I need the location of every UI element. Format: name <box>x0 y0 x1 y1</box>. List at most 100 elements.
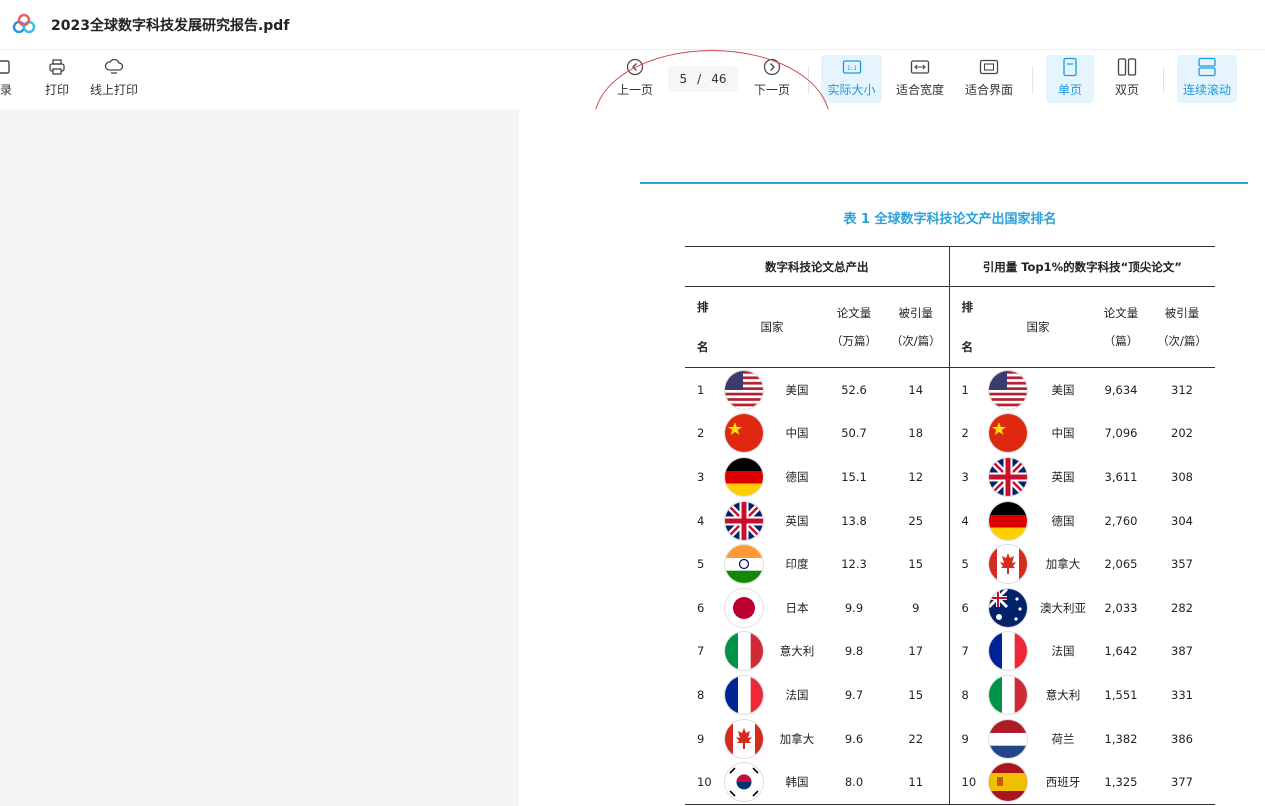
papers-cell: 9.9 <box>844 600 864 615</box>
papers-cell: 1,382 <box>1104 731 1138 746</box>
chevron-right-circle-icon <box>763 58 781 76</box>
flag-cell <box>983 630 1033 674</box>
flag-in-icon <box>725 545 763 584</box>
current-page-number[interactable]: 5 <box>680 72 688 86</box>
flag-cell <box>983 586 1033 630</box>
actual-size-button[interactable]: 1:1 实际大小 <box>821 55 882 103</box>
next-page-button[interactable]: 下一页 <box>751 55 793 103</box>
flag-fr-icon <box>725 675 763 714</box>
rank-cell: 4 <box>948 498 983 543</box>
papers-cell: 15.1 <box>841 469 867 484</box>
flag-au-icon <box>989 588 1027 627</box>
citations-cell: 9 <box>912 600 920 615</box>
citations-cell: 15 <box>908 557 924 572</box>
toolbar-divider <box>808 66 809 94</box>
document-viewer[interactable]: 表 1 全球数字科技论文产出国家排名 数字科技论文总产出 引用量 Top1%的数… <box>0 109 1265 806</box>
document-title: 2023全球数字科技发展研究报告.pdf <box>51 18 290 34</box>
single-page-button[interactable]: 单页 <box>1046 55 1094 103</box>
page-indicator[interactable]: 5 / 46 <box>668 66 738 92</box>
flag-kr-icon <box>725 763 763 802</box>
flag-cell <box>719 760 769 804</box>
flag-cell <box>983 412 1033 456</box>
next-page-label: 下一页 <box>753 83 790 97</box>
single-page-label: 单页 <box>1057 83 1082 97</box>
svg-text:1:1: 1:1 <box>846 64 856 72</box>
flag-cell <box>719 542 769 586</box>
double-page-button[interactable]: 双页 <box>1105 55 1149 103</box>
rank-cell: 2 <box>948 411 983 456</box>
papers-cell: 52.6 <box>841 382 867 397</box>
fit-width-icon <box>910 60 930 74</box>
cloud-print-icon <box>104 58 124 74</box>
table-row: 7 意大利 9.8 17 7 法国 1,642 387 <box>685 629 1215 674</box>
online-print-button[interactable]: 线上打印 <box>89 55 139 103</box>
fit-page-button[interactable]: 适合界面 <box>962 55 1016 103</box>
flag-nl-icon <box>989 719 1027 758</box>
citations-cell: 282 <box>1171 600 1193 615</box>
table-row: 8 法国 9.7 15 8 意大利 1,551 331 <box>685 673 1215 717</box>
papers-cell: 1,551 <box>1104 687 1138 702</box>
country-cell: 意大利 <box>779 644 815 659</box>
table-bottom-rule <box>685 804 1215 805</box>
flag-fr-icon <box>989 632 1027 671</box>
flag-cell <box>719 499 769 543</box>
flag-cell <box>983 542 1033 586</box>
rank-cell: 1 <box>697 382 705 397</box>
papers-cell: 2,065 <box>1104 557 1138 572</box>
prev-page-button[interactable]: 上一页 <box>614 55 656 103</box>
fit-width-label: 适合宽度 <box>895 83 944 97</box>
rank-cell: 3 <box>697 469 705 484</box>
country-cell: 德国 <box>785 469 809 484</box>
total-pages: 46 <box>711 72 727 86</box>
flag-cell <box>719 368 769 412</box>
country-cell: 法国 <box>1051 644 1075 659</box>
country-cell: 意大利 <box>1045 687 1081 702</box>
flag-cell <box>983 760 1033 804</box>
flag-cell <box>719 586 769 630</box>
flag-us-icon <box>989 370 1027 409</box>
flag-cell <box>983 499 1033 543</box>
country-cell: 法国 <box>785 687 809 702</box>
continuous-scroll-icon <box>1198 57 1216 77</box>
citations-cell: 387 <box>1171 644 1193 659</box>
toolbar-divider <box>1163 66 1164 94</box>
double-page-label: 双页 <box>1114 83 1139 97</box>
papers-cell: 9,634 <box>1104 382 1138 397</box>
flag-es-icon <box>989 763 1027 802</box>
country-cell: 韩国 <box>785 775 809 790</box>
table-row: 4 英国 13.8 25 4 德国 2,760 304 <box>685 498 1215 543</box>
toolbar-divider <box>1032 66 1033 94</box>
flag-cell <box>983 717 1033 761</box>
country-cell: 荷兰 <box>1051 731 1075 746</box>
country-cell: 日本 <box>785 600 809 615</box>
flag-it-icon <box>989 675 1027 714</box>
print-button[interactable]: 打印 <box>38 55 76 103</box>
citations-cell: 18 <box>908 426 924 441</box>
rank-cell: 6 <box>948 585 983 630</box>
citations-cell: 386 <box>1171 731 1193 746</box>
header-country: 国家 <box>983 286 1093 368</box>
country-cell: 西班牙 <box>1045 775 1081 790</box>
citations-cell: 17 <box>908 644 924 659</box>
flag-cell <box>983 673 1033 717</box>
table-row: 9 加拿大 9.6 22 9 荷兰 1,382 386 <box>685 716 1215 761</box>
rank-cell: 5 <box>697 557 705 572</box>
country-cell: 德国 <box>1051 513 1075 528</box>
rank-cell: 10 <box>948 760 983 804</box>
table-caption: 表 1 全球数字科技论文产出国家排名 <box>843 212 1057 227</box>
table-row: 2 中国 50.7 18 2 中国 7,096 202 <box>685 411 1215 456</box>
title-bar: 2023全球数字科技发展研究报告.pdf <box>0 0 1265 50</box>
outline-button[interactable]: 录 <box>0 55 16 103</box>
continuous-scroll-button[interactable]: 连续滚动 <box>1177 55 1237 103</box>
fit-width-button[interactable]: 适合宽度 <box>893 55 947 103</box>
papers-cell: 12.3 <box>841 557 867 572</box>
citations-cell: 377 <box>1171 775 1193 790</box>
citations-cell: 25 <box>908 513 924 528</box>
flag-gb-icon <box>725 501 763 540</box>
country-cell: 印度 <box>785 557 809 572</box>
citations-cell: 202 <box>1171 426 1193 441</box>
papers-cell: 50.7 <box>841 426 867 441</box>
country-cell: 加拿大 <box>779 731 815 746</box>
flag-de-icon <box>725 457 763 496</box>
print-label: 打印 <box>44 83 69 97</box>
